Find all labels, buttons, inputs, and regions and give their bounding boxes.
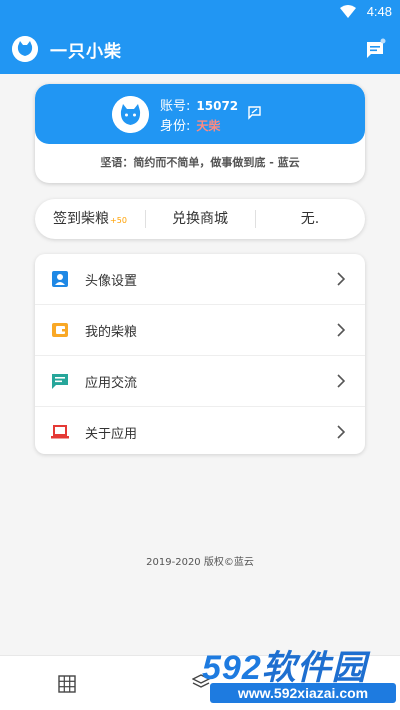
watermark-brand-text: 软件园 xyxy=(261,649,367,687)
status-bar: 4:48 xyxy=(0,0,400,24)
copyright-text: 2019-2020 版权©蓝云 xyxy=(146,557,254,568)
profile-header: 账号: 15072 身份: 天柴 xyxy=(35,84,365,144)
settings-menu: 头像设置 我的柴粮 应用交流 关于应用 xyxy=(35,254,365,454)
tab-exchange-store[interactable]: 兑换商城 xyxy=(145,199,255,239)
identity-label: 身份: xyxy=(160,119,191,134)
sign-in-badge: +50 xyxy=(110,216,127,225)
identity-row: 身份: 天柴 xyxy=(160,115,220,134)
tab-exchange-store-label: 兑换商城 xyxy=(172,211,228,227)
watermark-brand: 592软件园 xyxy=(202,640,367,689)
menu-item-label: 我的柴粮 xyxy=(85,325,138,340)
account-row: 账号: 15072 xyxy=(160,95,238,114)
account-label: 账号: xyxy=(160,99,191,114)
laptop-icon xyxy=(51,425,69,439)
menu-item-label: 关于应用 xyxy=(85,427,138,442)
app-title: 一只小柴 xyxy=(50,42,122,62)
tab-sign-in[interactable]: 签到柴粮+50 xyxy=(35,199,145,239)
menu-item-label: 应用交流 xyxy=(85,376,138,391)
chevron-right-icon xyxy=(337,425,345,439)
profile-card: 账号: 15072 身份: 天柴 坚语：简约而不简单，做事做到底 - 蓝云 xyxy=(35,84,365,183)
identity-value: 天柴 xyxy=(196,119,221,133)
menu-item-about-app[interactable]: 关于应用 xyxy=(35,407,365,454)
tab-none[interactable]: 无. xyxy=(255,199,365,239)
account-value: 15072 xyxy=(196,99,239,113)
action-tabs: 签到柴粮+50 兑换商城 无. xyxy=(35,199,365,239)
app-bar: 一只小柴 xyxy=(0,24,400,74)
chevron-right-icon xyxy=(337,323,345,337)
tab-sign-in-label: 签到柴粮 xyxy=(53,211,110,227)
site-watermark: 592软件园 www.592xiazai.com xyxy=(196,638,400,710)
message-icon[interactable] xyxy=(364,38,386,60)
motto-text: 坚语：简约而不简单，做事做到底 - 蓝云 xyxy=(100,156,300,169)
chevron-right-icon xyxy=(337,272,345,286)
shiba-icon xyxy=(12,36,38,62)
watermark-url: www.592xiazai.com xyxy=(210,683,396,703)
edit-icon[interactable] xyxy=(247,105,262,120)
menu-item-label: 头像设置 xyxy=(85,274,138,289)
avatar-setting-icon xyxy=(52,271,68,287)
menu-item-app-chat[interactable]: 应用交流 xyxy=(35,356,365,406)
menu-item-avatar-settings[interactable]: 头像设置 xyxy=(35,254,365,304)
grid-icon[interactable] xyxy=(58,675,76,693)
menu-item-my-food[interactable]: 我的柴粮 xyxy=(35,305,365,355)
tab-none-label: 无. xyxy=(300,211,320,227)
watermark-brand-number: 592 xyxy=(202,649,262,687)
chat-icon xyxy=(52,374,68,389)
chevron-right-icon xyxy=(337,374,345,388)
avatar[interactable] xyxy=(112,96,149,133)
status-time: 4:48 xyxy=(366,4,392,19)
wifi-icon xyxy=(340,5,356,18)
wallet-icon xyxy=(52,323,68,337)
